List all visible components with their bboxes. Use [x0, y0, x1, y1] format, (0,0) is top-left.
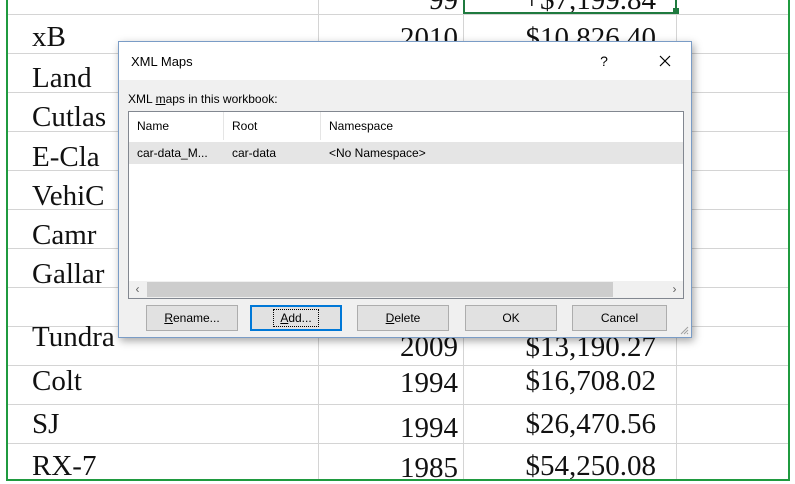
table-row[interactable]: car-data_M... car-data <No Namespace>	[129, 142, 683, 164]
column-header-name[interactable]: Name	[129, 112, 223, 140]
map-name-cell: car-data_M...	[137, 146, 208, 160]
help-button[interactable]: ?	[589, 46, 619, 76]
cancel-button[interactable]: Cancel	[572, 305, 667, 331]
horizontal-scrollbar[interactable]: ‹ ›	[129, 281, 683, 298]
list-header: Name Root Namespace	[129, 112, 683, 140]
close-icon	[659, 55, 671, 67]
xml-maps-dialog: XML Maps ? XML maps in this workbook: Na…	[118, 41, 692, 338]
dialog-title: XML Maps	[131, 54, 193, 69]
rename-button[interactable]: Rename...	[146, 305, 238, 331]
close-button[interactable]	[645, 46, 685, 76]
resize-grip-icon[interactable]	[679, 325, 689, 335]
scroll-right-icon[interactable]: ›	[666, 281, 683, 298]
ok-button[interactable]: OK	[465, 305, 557, 331]
xml-maps-label: XML maps in this workbook:	[128, 92, 278, 106]
map-namespace-cell: <No Namespace>	[329, 146, 426, 160]
delete-button[interactable]: Delete	[357, 305, 449, 331]
dialog-titlebar[interactable]: XML Maps ?	[119, 42, 691, 80]
add-button[interactable]: Add...	[250, 305, 342, 331]
map-root-cell: car-data	[232, 146, 277, 160]
scroll-left-icon[interactable]: ‹	[129, 281, 146, 298]
xml-maps-list[interactable]: Name Root Namespace car-data_M... car-da…	[128, 111, 684, 299]
column-header-root[interactable]: Root	[224, 112, 320, 140]
column-header-namespace[interactable]: Namespace	[321, 112, 683, 140]
scroll-thumb[interactable]	[147, 282, 613, 297]
